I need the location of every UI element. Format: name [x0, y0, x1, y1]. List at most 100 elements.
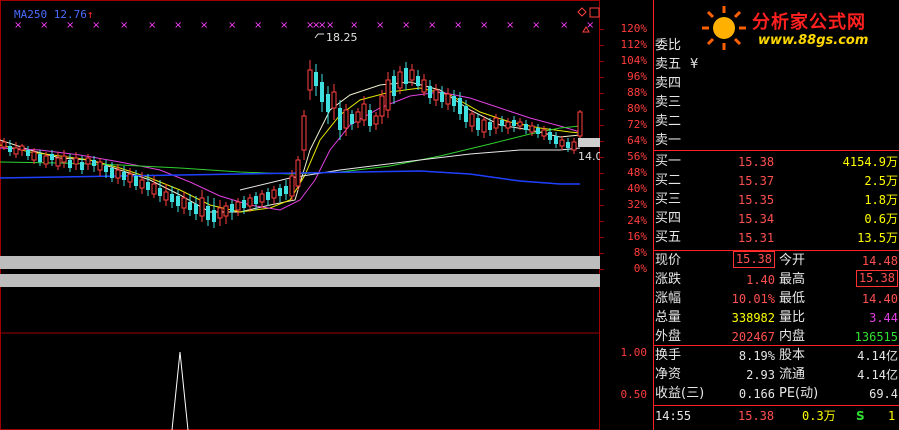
- candle-body: [464, 106, 468, 122]
- buy-level-row[interactable]: 买一 15.38 4154.9万: [654, 152, 899, 172]
- axis-tick-mark: [600, 157, 604, 158]
- right-price-label: 14.0: [578, 150, 600, 163]
- candle-body: [97, 161, 103, 171]
- ma-line-green: [0, 125, 581, 175]
- buy-level-row[interactable]: 买二 15.37 2.5万: [654, 171, 899, 191]
- candle-body: [199, 197, 205, 217]
- fin-row[interactable]: 净资 2.93 流通 4.14亿: [654, 365, 899, 385]
- fin-row[interactable]: 收益(三) 0.166 PE(动) 69.4: [654, 384, 899, 404]
- chart-frame: [0, 0, 600, 430]
- sell-level-row[interactable]: 卖五 ¥: [654, 55, 899, 75]
- fin-row[interactable]: 换手 8.19% 股本 4.14亿: [654, 346, 899, 366]
- axis-tick-mark: [600, 237, 604, 238]
- axis-tick-mark: [600, 109, 604, 110]
- quote-value: 202467: [731, 330, 775, 344]
- candle-body: [271, 189, 277, 199]
- sell-level-label: 卖四: [655, 76, 682, 91]
- buy-level-volume: 4154.9万: [842, 155, 898, 169]
- price-axis: 120% 112% 104% 96% 88% 80% 72% 64% 56% 48% 40% 32% 2…: [600, 0, 653, 430]
- gray-band-2: [0, 274, 600, 287]
- quote-row[interactable]: 总量 338982 量比 3.44: [654, 308, 899, 328]
- quote-row[interactable]: 现价 15.38 今开 14.48: [654, 251, 899, 271]
- buy-level-price: 15.31: [738, 231, 775, 245]
- candle-body: [212, 210, 216, 222]
- signal-marker: ×: [66, 20, 74, 31]
- buy-level-label: 买二: [655, 173, 682, 188]
- signal-marker: ×: [480, 20, 488, 31]
- quote-value: 1.40: [746, 273, 775, 287]
- axis-tick-mark: [600, 45, 604, 46]
- sell-level-row[interactable]: 卖三: [654, 93, 899, 113]
- buy-level-row[interactable]: 买五 15.31 13.5万: [654, 228, 899, 248]
- price-axis-tick: 32%: [627, 198, 647, 211]
- volume-axis-tick: 0.50: [620, 388, 648, 401]
- candle-body: [536, 128, 540, 134]
- quote-value: 3.44: [869, 311, 898, 325]
- sell-level-row[interactable]: 卖四: [654, 74, 899, 94]
- candle-body: [554, 136, 558, 144]
- axis-tick-mark: [600, 93, 604, 94]
- signal-marker: ×: [254, 20, 262, 31]
- quote-row[interactable]: 涨幅 10.01% 最低 14.40: [654, 289, 899, 309]
- axis-tick-mark: [600, 125, 604, 126]
- tick-row: 14:55 15.38 0.3万 S 1: [654, 406, 899, 426]
- arrow-up-icon: ↑: [86, 8, 94, 21]
- quote-label: 今开: [779, 253, 806, 268]
- maximize-icon[interactable]: [589, 7, 600, 18]
- signal-marker: ×: [200, 20, 208, 31]
- candle-body: [493, 117, 499, 129]
- price-axis-tick: 96%: [627, 70, 647, 83]
- quote-value: 10.01%: [731, 292, 775, 306]
- buy-level-price: 15.34: [738, 212, 775, 226]
- candle-body: [115, 169, 121, 179]
- price-axis-tick: 8%: [633, 246, 647, 259]
- candle-body: [217, 207, 223, 219]
- quote-value: 15.38: [855, 270, 898, 287]
- signal-marker: ×: [402, 20, 410, 31]
- diamond-icon[interactable]: [577, 7, 587, 17]
- candle-body: [139, 179, 145, 189]
- candle-body: [428, 86, 432, 98]
- quote-row[interactable]: 涨跌 1.40 最高 15.38: [654, 270, 899, 290]
- candle-body: [230, 204, 234, 212]
- candle-body: [163, 191, 169, 201]
- sell-level-row[interactable]: 卖一: [654, 131, 899, 151]
- candle-body: [541, 129, 547, 137]
- candle-body: [488, 122, 492, 130]
- price-axis-tick: 16%: [627, 230, 647, 243]
- gray-band-1: [0, 256, 600, 269]
- candle-body: [104, 166, 108, 172]
- candle-body: [524, 124, 528, 130]
- candle-body: [122, 172, 126, 180]
- candle-body: [206, 206, 210, 220]
- candle-body: [301, 115, 307, 151]
- last-price-marker: [578, 138, 600, 147]
- candle-body: [181, 197, 187, 209]
- fin-label: 收益(三): [655, 386, 705, 401]
- kline-chart[interactable]: × × × × × × × × × × × ××× × × × × × × × × × × × 18.25 14.0: [0, 0, 600, 430]
- fin-value: 2.93: [746, 368, 775, 382]
- volume-line: [171, 351, 189, 430]
- quote-label: 量比: [779, 310, 806, 325]
- sell-level-label: 卖三: [655, 95, 682, 110]
- fin-label: 净资: [655, 367, 682, 382]
- candle-body: [338, 108, 342, 130]
- sell-level-row[interactable]: 卖二: [654, 112, 899, 132]
- fin-value: 69.4: [869, 387, 898, 401]
- candle-body: [170, 194, 174, 202]
- candle-body: [61, 155, 67, 163]
- axis-tick-mark: [600, 29, 604, 30]
- quote-label: 涨跌: [655, 272, 682, 287]
- candle-body: [559, 139, 565, 147]
- buy-level-row[interactable]: 买四 15.34 0.6万: [654, 209, 899, 229]
- candle-body: [254, 196, 258, 204]
- candle-body: [50, 154, 54, 160]
- candle-body: [223, 205, 229, 217]
- signal-marker: ×: [148, 20, 156, 31]
- buy-level-row[interactable]: 买三 15.35 1.8万: [654, 190, 899, 210]
- candle-body: [295, 159, 301, 187]
- volume-axis-tick: 1.00: [620, 346, 648, 359]
- quote-row[interactable]: 外盘 202467 内盘 136515: [654, 327, 899, 347]
- candle-body: [331, 91, 337, 109]
- price-axis-tick: 112%: [620, 38, 648, 51]
